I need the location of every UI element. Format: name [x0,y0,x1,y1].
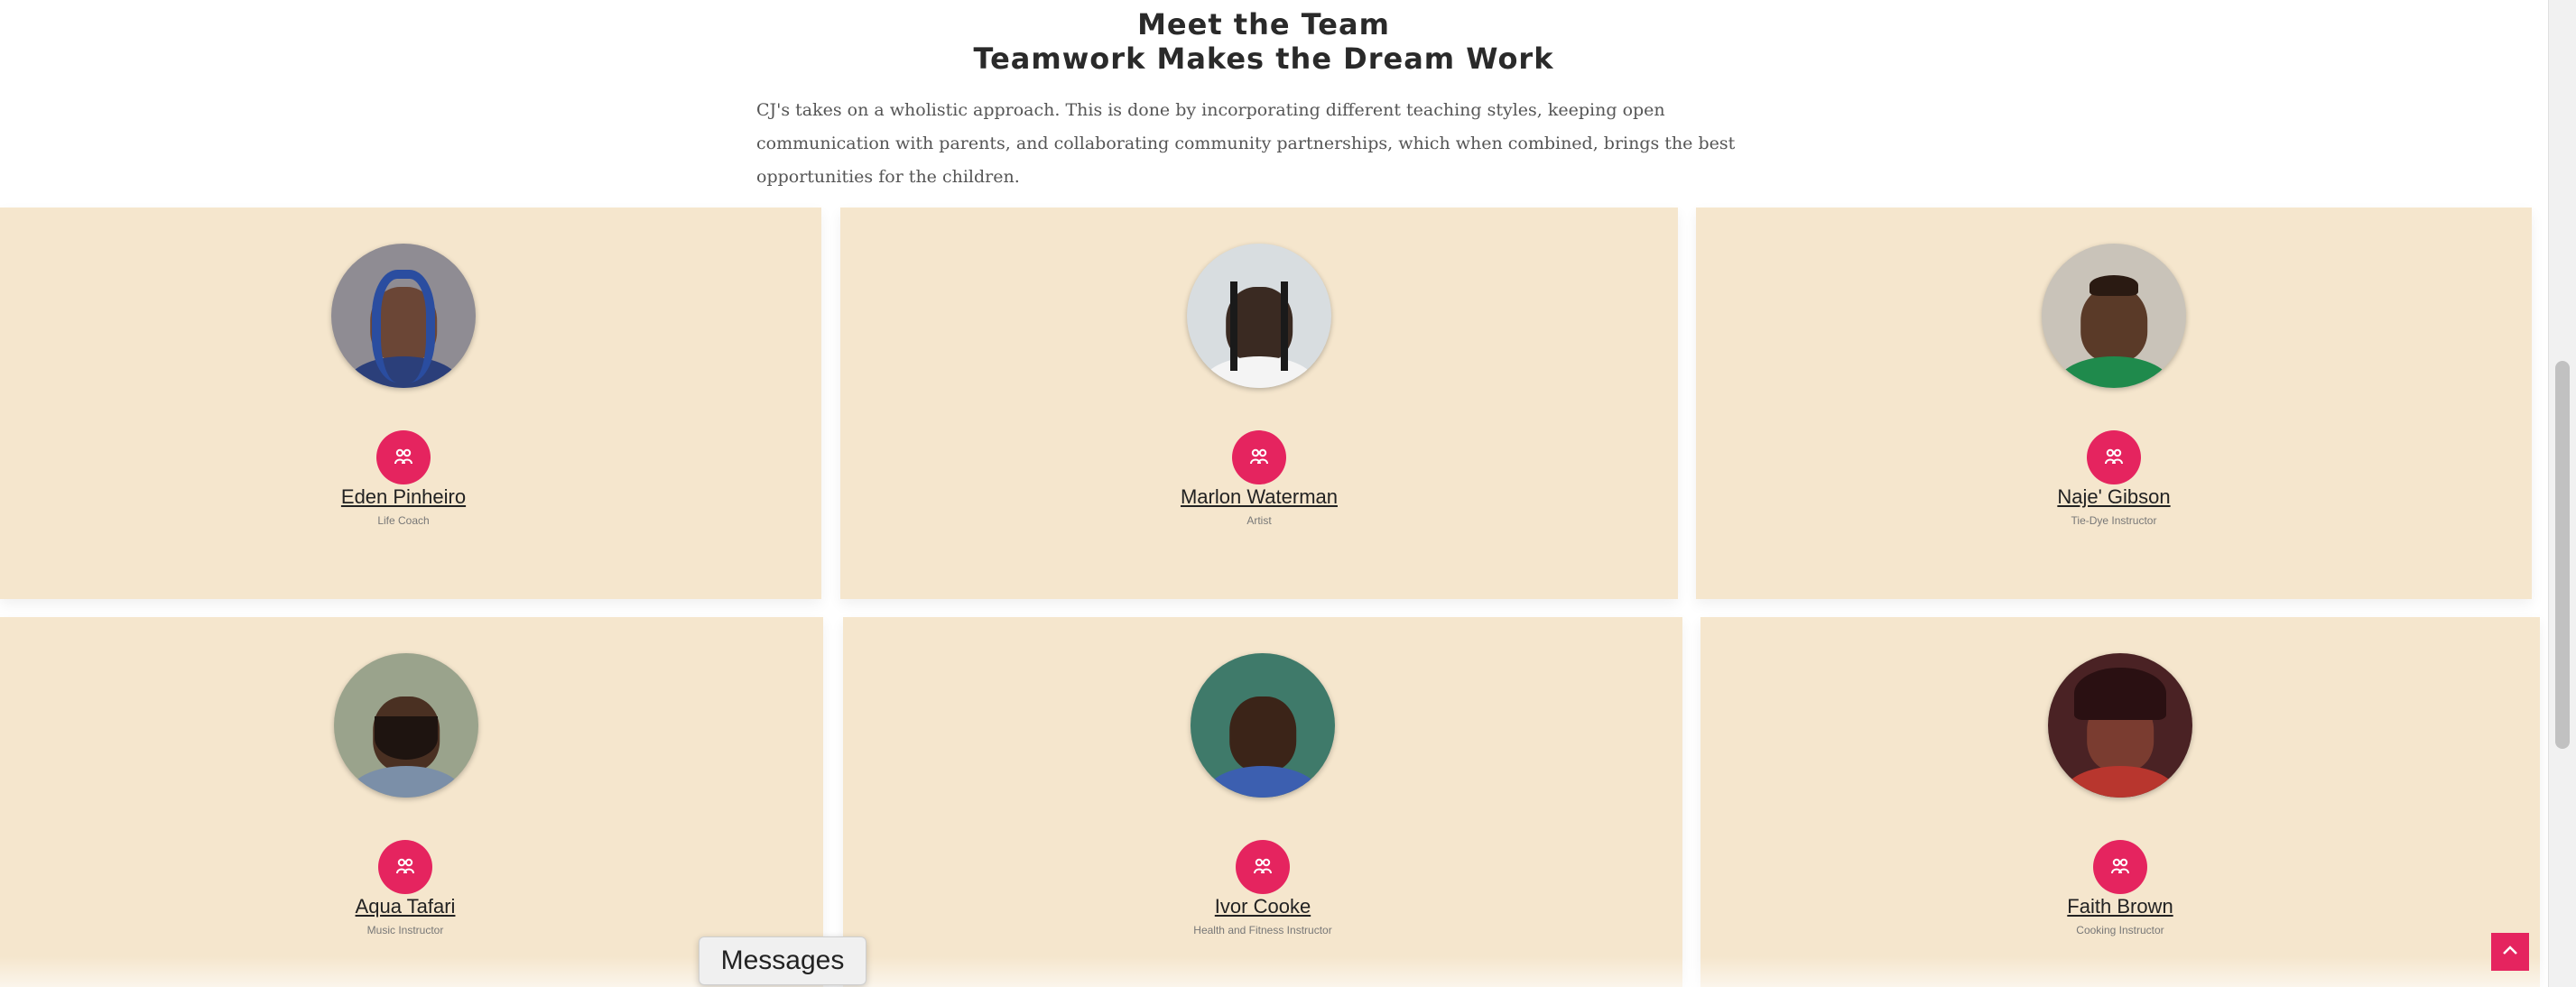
team-member-name-link[interactable]: Faith Brown [1940,895,2301,918]
intro-paragraph: CJ's takes on a wholistic approach. This… [756,100,1736,187]
avatar [334,653,478,798]
team-card: Eden Pinheiro Life Coach [0,208,821,599]
team-member-name-link[interactable]: Naje' Gibson [1933,485,2294,509]
team-card: Marlon Waterman Artist [840,208,1678,599]
team-member-name-link[interactable]: Eden Pinheiro [223,485,584,509]
team-badge-icon [378,840,432,894]
avatar [1191,653,1335,798]
team-badge-icon [1232,430,1286,484]
avatar [331,244,476,388]
team-member-role: Artist [1246,514,1272,527]
team-member-role: Tie-Dye Instructor [2071,514,2157,527]
team-member-role: Life Coach [377,514,430,527]
back-to-top-button[interactable] [2491,933,2529,971]
page-scrollbar[interactable] [2548,0,2576,987]
avatar [2042,244,2186,388]
team-card: Naje' Gibson Tie-Dye Instructor [1696,208,2532,599]
team-member-name-link[interactable]: Ivor Cooke [1082,895,1443,918]
team-member-role: Cooking Instructor [2076,924,2164,936]
team-member-name-link[interactable]: Marlon Waterman [1079,485,1440,509]
team-card: Aqua Tafari Music Instructor [0,617,823,987]
team-card: Ivor Cooke Health and Fitness Instructor [843,617,1682,987]
team-page: Meet the Team Teamwork Makes the Dream W… [0,0,2549,987]
chevron-up-icon [2500,940,2520,964]
avatar [1187,244,1331,388]
team-member-name-link[interactable]: Aqua Tafari [225,895,586,918]
messages-button[interactable]: Messages [699,936,866,985]
team-badge-icon [1236,840,1290,894]
section-subtitle: Teamwork Makes the Dream Work [973,42,1554,76]
team-member-role: Health and Fitness Instructor [1193,924,1332,936]
team-badge-icon [376,430,431,484]
scrollbar-thumb[interactable] [2555,361,2570,749]
team-card: Faith Brown Cooking Instructor [1700,617,2540,987]
avatar [2048,653,2192,798]
team-badge-icon [2093,840,2147,894]
team-badge-icon [2087,430,2141,484]
section-title: Meet the Team [1137,7,1390,42]
team-member-role: Music Instructor [366,924,444,936]
